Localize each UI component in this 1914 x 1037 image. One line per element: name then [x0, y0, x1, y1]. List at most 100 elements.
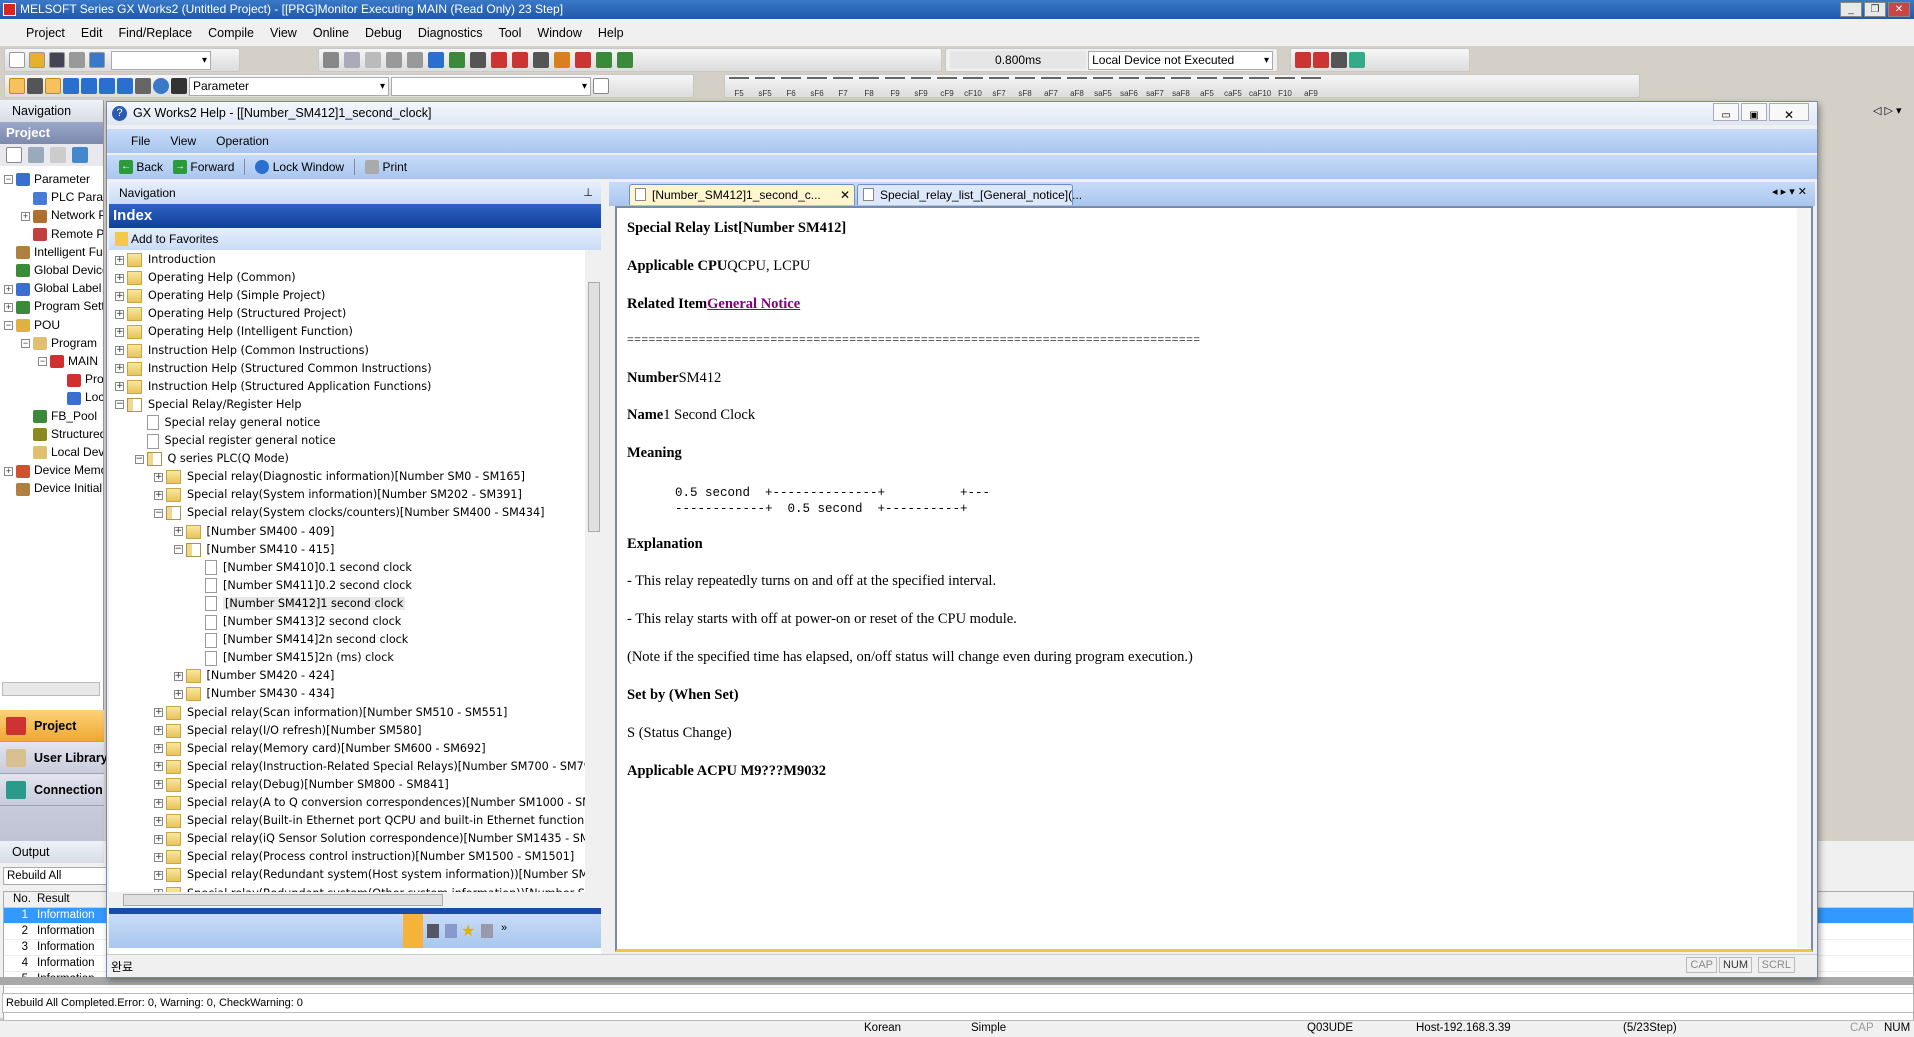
help-tree-item[interactable]: Special register general notice	[135, 432, 336, 450]
help-tree-item[interactable]: − [Number SM410 - 415]	[173, 541, 334, 559]
help-icon[interactable]	[153, 78, 169, 94]
help-tree-item[interactable]: +Special relay(Redundant system(Other sy…	[154, 885, 585, 892]
write-icon[interactable]	[470, 52, 486, 68]
cut-icon[interactable]	[323, 52, 339, 68]
help-tree-item[interactable]: + [Number SM430 - 434]	[173, 685, 334, 703]
expand-icon[interactable]: +	[154, 870, 163, 880]
help-menu-file[interactable]: File	[121, 134, 160, 148]
device-batch-icon[interactable]	[81, 78, 97, 94]
expand-icon[interactable]: +	[115, 364, 124, 374]
ladder-key-saf5[interactable]: saF5	[1093, 77, 1113, 98]
ladder-key-saf6[interactable]: saF6	[1119, 77, 1139, 98]
close-button[interactable]: ✕	[1888, 2, 1910, 17]
tab-special-relay-list[interactable]: Special_relay_list_[General_notice](...	[857, 184, 1082, 205]
print-button[interactable]: Print	[365, 160, 407, 175]
ladder-key-saf7[interactable]: saF7	[1145, 77, 1165, 98]
ladder-key-caf10[interactable]: caF10	[1249, 77, 1271, 98]
copy-icon[interactable]	[344, 52, 360, 68]
ladder-key-sf9[interactable]: sF9	[911, 77, 931, 98]
ladder-key-f10[interactable]: F10	[1275, 77, 1295, 98]
help-tree-item[interactable]: + Special relay(iQ Sensor Solution corres…	[154, 830, 585, 848]
device-test-icon[interactable]	[1349, 52, 1365, 68]
element-selection-icon[interactable]	[27, 78, 43, 94]
collapse-icon[interactable]: −	[134, 454, 144, 464]
menu-tool[interactable]: Tool	[490, 26, 529, 40]
paste-data-icon[interactable]	[50, 147, 66, 163]
redo-icon[interactable]	[407, 52, 423, 68]
menu-window[interactable]: Window	[529, 26, 589, 40]
document-icon[interactable]	[593, 78, 609, 94]
project-combo[interactable]	[111, 50, 211, 70]
project-tree-item[interactable]: Global Device Comment	[4, 261, 103, 279]
menu-debug[interactable]: Debug	[357, 26, 410, 40]
wave-icon[interactable]	[1331, 52, 1347, 68]
project-tree-item[interactable]: − MAIN	[38, 352, 98, 370]
menu-view[interactable]: View	[262, 26, 305, 40]
help-tree-item[interactable]: + Special relay(Scan information)[Number …	[154, 704, 507, 722]
help-tree-item[interactable]: [Number SM413]2 second clock	[193, 613, 401, 631]
expand-icon[interactable]: +	[154, 744, 163, 754]
expand-icon[interactable]: +	[115, 273, 124, 283]
project-tree-item[interactable]: PLC Parameter	[21, 188, 103, 206]
expand-icon[interactable]: +	[115, 291, 124, 301]
watch-icon[interactable]	[554, 52, 570, 68]
help-tree-item[interactable]: + Special relay(Debug)[Number SM800 - SM8…	[154, 776, 449, 794]
help-tree-item[interactable]: + Special relay(Redundant system(Host sys…	[154, 866, 585, 884]
menu-project[interactable]: Project	[18, 26, 73, 40]
help-tree-item[interactable]: − Special relay(System clocks/counters)[N…	[154, 504, 545, 522]
nav-button-connection[interactable]: Connection Destination	[0, 774, 174, 806]
project-tree-hscrollbar[interactable]	[2, 682, 100, 696]
expand-icon[interactable]: +	[173, 527, 183, 536]
expand-icon[interactable]: +	[115, 255, 124, 265]
help-menu-operation[interactable]: Operation	[206, 134, 279, 148]
save-icon[interactable]	[49, 52, 65, 68]
project-tree-item[interactable]: Intelligent Function Module	[4, 243, 103, 261]
help-restore-button[interactable]: ▣	[1741, 103, 1767, 121]
ladder-key-sf6[interactable]: sF6	[807, 77, 827, 98]
watch-device-icon[interactable]	[117, 78, 133, 94]
project-tree-item[interactable]: + Device Memory	[4, 461, 103, 479]
menu-online[interactable]: Online	[305, 26, 357, 40]
find-device-icon[interactable]	[135, 78, 151, 94]
ladder-key-sf5[interactable]: sF5	[755, 77, 775, 98]
open-icon[interactable]	[29, 52, 45, 68]
navigation-toggle-icon[interactable]	[9, 78, 25, 94]
expand-icon[interactable]: +	[154, 852, 163, 862]
help-tree-item[interactable]: [Number SM411]0.2 second clock	[193, 577, 412, 595]
back-button[interactable]: ← Back	[119, 160, 163, 175]
print-icon[interactable]	[69, 52, 85, 68]
ladder-key-f7[interactable]: F7	[833, 77, 853, 98]
project-tree-item[interactable]: + Program Setting	[4, 297, 103, 315]
pin-icon[interactable]: ⊥	[583, 182, 593, 204]
restore-button[interactable]: ❐	[1864, 2, 1886, 17]
help-tree-item[interactable]: + Introduction	[115, 251, 216, 269]
ladder-key-f9[interactable]: F9	[885, 77, 905, 98]
lock-window-button[interactable]: Lock Window	[255, 160, 344, 175]
ladder-key-af5[interactable]: aF5	[1197, 77, 1217, 98]
undo-icon[interactable]	[386, 52, 402, 68]
help-tree-item[interactable]: + Special relay(Instruction-Related Speci…	[154, 758, 585, 776]
collapse-icon[interactable]: −	[38, 357, 47, 367]
document-vscrollbar[interactable]	[1797, 208, 1811, 948]
device-list-icon[interactable]	[99, 78, 115, 94]
column-header-no[interactable]: No.	[13, 893, 31, 905]
more-tabs-icon[interactable]: »	[501, 922, 507, 934]
expand-icon[interactable]: +	[154, 798, 163, 808]
collapse-icon[interactable]: −	[115, 400, 124, 410]
menu-compile[interactable]: Compile	[200, 26, 262, 40]
expand-icon[interactable]: +	[4, 466, 13, 476]
doc-nav-arrows[interactable]: ◁ ▷ ▾	[1873, 104, 1902, 117]
ladder-key-f6[interactable]: F6	[781, 77, 801, 98]
menu-edit[interactable]: Edit	[73, 26, 111, 40]
ladder-key-af7[interactable]: aF7	[1041, 77, 1061, 98]
item-combo[interactable]	[391, 76, 591, 96]
local-device-combo[interactable]: Local Device not Executed	[1088, 50, 1273, 70]
ladder-key-sf8[interactable]: sF8	[1015, 77, 1035, 98]
project-tree-item[interactable]: + Global Label	[4, 279, 101, 297]
verify-icon[interactable]	[512, 52, 528, 68]
help-tree-item[interactable]: + Special relay(Memory card)[Number SM600…	[154, 740, 486, 758]
collapse-icon[interactable]: −	[154, 508, 163, 518]
menu-help[interactable]: Help	[590, 26, 632, 40]
help-tree-item[interactable]: + [Number SM400 - 409]	[173, 523, 334, 541]
help-tree-item[interactable]: + Instruction Help (Structured Common Ins…	[115, 360, 432, 378]
